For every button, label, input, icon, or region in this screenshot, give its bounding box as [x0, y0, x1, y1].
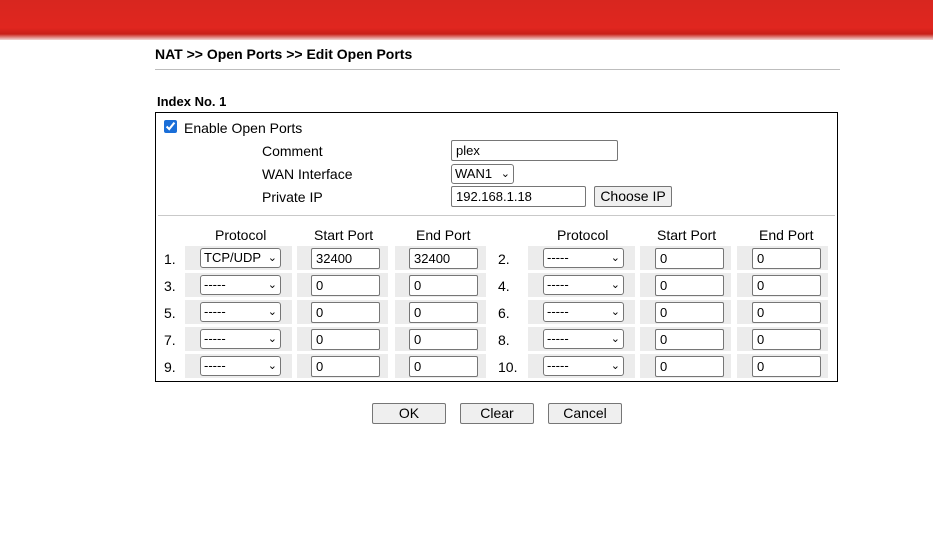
chevron-down-icon: ⌄	[610, 333, 620, 345]
entry-number: 3.	[164, 278, 176, 294]
enable-open-ports-checkbox[interactable]	[164, 120, 177, 133]
chevron-down-icon: ⌄	[610, 279, 620, 291]
protocol-header-left: Protocol	[215, 227, 267, 243]
wan-interface-label: WAN Interface	[262, 166, 353, 182]
entry-protocol-select[interactable]: TCP/UDP ⌄	[200, 248, 281, 268]
entry-protocol-select[interactable]: ----- ⌄	[200, 302, 281, 322]
entry-protocol-select[interactable]: ----- ⌄	[200, 356, 281, 376]
entry-protocol-select[interactable]: ----- ⌄	[543, 275, 624, 295]
entry-number: 7.	[164, 332, 176, 348]
entry-start-port-input[interactable]	[655, 248, 724, 269]
entry-protocol-select[interactable]: ----- ⌄	[543, 329, 624, 349]
entry-end-port-input[interactable]	[752, 275, 821, 296]
entry-end-port-input[interactable]	[752, 248, 821, 269]
entry-end-port-input[interactable]	[409, 356, 478, 377]
entry-protocol-value: -----	[204, 277, 226, 292]
ok-button[interactable]: OK	[372, 403, 446, 424]
entry-protocol-value: -----	[547, 250, 569, 265]
enable-open-ports-label: Enable Open Ports	[184, 120, 303, 136]
protocol-header-right: Protocol	[557, 227, 609, 243]
entry-end-port-input[interactable]	[752, 302, 821, 323]
entry-protocol-value: -----	[204, 331, 226, 346]
entry-start-port-input[interactable]	[311, 356, 380, 377]
entry-protocol-value: -----	[204, 304, 226, 319]
entry-start-port-input[interactable]	[655, 329, 724, 350]
open-ports-panel: Enable Open Ports Comment WAN Interface …	[155, 112, 838, 382]
entry-number: 4.	[498, 278, 510, 294]
entry-end-port-input[interactable]	[409, 275, 478, 296]
chevron-down-icon: ⌄	[267, 306, 277, 318]
entry-number: 2.	[498, 251, 510, 267]
comment-input[interactable]	[451, 140, 618, 161]
entry-protocol-value: -----	[204, 358, 226, 373]
chevron-down-icon: ⌄	[610, 306, 620, 318]
entry-end-port-input[interactable]	[409, 329, 478, 350]
entry-number: 5.	[164, 305, 176, 321]
breadcrumb: NAT >> Open Ports >> Edit Open Ports	[155, 46, 413, 62]
private-ip-input[interactable]	[451, 186, 586, 207]
chevron-down-icon: ⌄	[610, 360, 620, 372]
entry-protocol-select[interactable]: ----- ⌄	[543, 248, 624, 268]
entry-start-port-input[interactable]	[655, 302, 724, 323]
entry-number: 10.	[498, 359, 518, 375]
index-label: Index No. 1	[157, 94, 227, 109]
entry-protocol-value: -----	[547, 358, 569, 373]
entry-start-port-input[interactable]	[655, 275, 724, 296]
end-port-header-right: End Port	[759, 227, 814, 243]
cancel-button[interactable]: Cancel	[548, 403, 622, 424]
entry-protocol-value: -----	[547, 304, 569, 319]
comment-label: Comment	[262, 143, 323, 159]
top-banner	[0, 0, 933, 40]
choose-ip-button[interactable]: Choose IP	[594, 186, 672, 207]
start-port-header-right: Start Port	[657, 227, 717, 243]
chevron-down-icon: ⌄	[500, 168, 510, 180]
entry-start-port-input[interactable]	[311, 248, 380, 269]
entry-start-port-input[interactable]	[655, 356, 724, 377]
entry-number: 9.	[164, 359, 176, 375]
entry-protocol-value: -----	[547, 331, 569, 346]
entry-end-port-input[interactable]	[409, 302, 478, 323]
entry-protocol-select[interactable]: ----- ⌄	[200, 329, 281, 349]
entry-number: 8.	[498, 332, 510, 348]
clear-button[interactable]: Clear	[460, 403, 534, 424]
wan-interface-value: WAN1	[455, 166, 493, 181]
private-ip-label: Private IP	[262, 189, 323, 205]
wan-interface-select[interactable]: WAN1 ⌄	[451, 164, 514, 184]
entry-protocol-value: TCP/UDP	[204, 250, 262, 265]
entry-number: 6.	[498, 305, 510, 321]
start-port-header-left: Start Port	[314, 227, 374, 243]
chevron-down-icon: ⌄	[267, 252, 277, 264]
entry-end-port-input[interactable]	[752, 329, 821, 350]
divider	[155, 69, 840, 70]
end-port-header-left: End Port	[416, 227, 471, 243]
entry-start-port-input[interactable]	[311, 302, 380, 323]
panel-separator	[158, 215, 835, 216]
entry-start-port-input[interactable]	[311, 329, 380, 350]
entry-end-port-input[interactable]	[409, 248, 478, 269]
chevron-down-icon: ⌄	[267, 333, 277, 345]
entry-protocol-select[interactable]: ----- ⌄	[543, 302, 624, 322]
entry-end-port-input[interactable]	[752, 356, 821, 377]
entry-start-port-input[interactable]	[311, 275, 380, 296]
entry-protocol-select[interactable]: ----- ⌄	[200, 275, 281, 295]
entry-protocol-select[interactable]: ----- ⌄	[543, 356, 624, 376]
entry-number: 1.	[164, 251, 176, 267]
chevron-down-icon: ⌄	[267, 279, 277, 291]
entry-protocol-value: -----	[547, 277, 569, 292]
chevron-down-icon: ⌄	[267, 360, 277, 372]
chevron-down-icon: ⌄	[610, 252, 620, 264]
